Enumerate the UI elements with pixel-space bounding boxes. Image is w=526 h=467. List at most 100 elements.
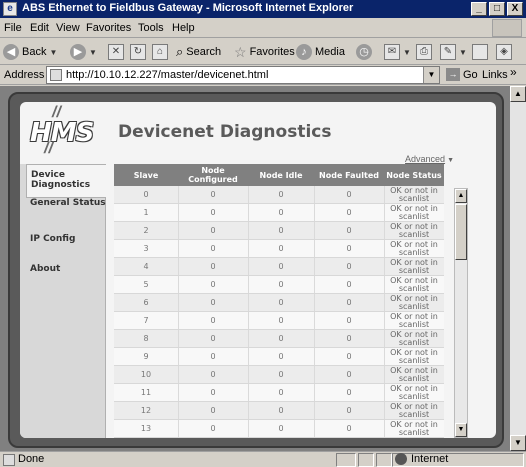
cell-node-faulted: 0 <box>346 388 352 397</box>
nav-ip-config[interactable]: IP Config <box>26 234 106 244</box>
chevron-down-icon: ▼ <box>459 47 467 57</box>
forward-arrow-icon: ▶ <box>70 44 86 60</box>
menu-help[interactable]: Help <box>172 22 195 34</box>
edit-button[interactable]: ✎ ▼ <box>440 43 467 61</box>
chevron-down-icon: ▼ <box>89 47 97 57</box>
menu-edit[interactable]: Edit <box>30 22 49 34</box>
cell-node-configured: 0 <box>210 316 216 325</box>
links-chevron[interactable]: » <box>510 65 517 79</box>
status-bar: Done Internet <box>0 451 526 467</box>
scroll-down-button[interactable]: ▼ <box>455 423 467 437</box>
cell-node-faulted: 0 <box>346 208 352 217</box>
cell-node-idle: 0 <box>278 352 284 361</box>
maximize-button[interactable]: □ <box>489 2 505 16</box>
windows-flag-icon <box>492 19 522 37</box>
search-button[interactable]: ⌕ Search <box>176 43 221 61</box>
page-icon <box>50 69 62 81</box>
discuss-button[interactable] <box>472 43 488 61</box>
address-dropdown-button[interactable]: ▼ <box>423 67 439 83</box>
cell-node-configured: 0 <box>210 208 216 217</box>
header-node-status: Node Status <box>386 170 442 180</box>
cell-node-configured: 0 <box>210 370 216 379</box>
go-arrow-icon: → <box>446 68 460 81</box>
mail-button[interactable]: ✉ ▼ <box>384 43 411 61</box>
cell-slave: 5 <box>143 280 149 289</box>
address-label: Address <box>4 69 45 81</box>
browser-scroll-up[interactable]: ▲ <box>510 86 526 102</box>
media-icon: ♪ <box>296 44 312 60</box>
favorites-button[interactable]: ☆ Favorites <box>234 43 295 61</box>
cell-node-status: OK or not in scanlist <box>390 239 438 257</box>
cell-node-status: OK or not in scanlist <box>390 401 438 419</box>
cell-node-idle: 0 <box>278 244 284 253</box>
cell-node-configured: 0 <box>210 262 216 271</box>
print-button[interactable]: ⎙ <box>416 43 432 61</box>
cell-node-idle: 0 <box>278 406 284 415</box>
table-row: 2 0 0 0 OK or not in scanlist <box>114 222 444 240</box>
scroll-up-button[interactable]: ▲ <box>455 189 467 203</box>
go-button[interactable]: → Go <box>446 68 478 81</box>
cell-node-configured: 0 <box>210 280 216 289</box>
cell-slave: 1 <box>143 208 149 217</box>
cell-node-status: OK or not in scanlist <box>390 257 438 275</box>
home-button[interactable]: ⌂ <box>152 43 168 61</box>
main-content: Devicenet Diagnostics Advanced ▼ Slave No… <box>114 102 496 438</box>
back-label: Back <box>22 46 47 58</box>
diagnostics-table: 0 0 0 0 OK or not in scanlist 1 0 0 0 OK or not i… <box>114 186 444 438</box>
stop-button[interactable]: ✕ <box>108 43 124 61</box>
header-slave: Slave <box>133 170 159 180</box>
scroll-thumb[interactable] <box>455 204 467 260</box>
messenger-icon: ◈ <box>496 44 512 60</box>
browser-scroll-down[interactable]: ▼ <box>510 435 526 451</box>
menu-favorites[interactable]: Favorites <box>86 22 131 34</box>
nav-general-status[interactable]: General Status <box>26 198 106 208</box>
title-bar: e ABS Ethernet to Fieldbus Gateway - Mic… <box>0 0 526 18</box>
menu-bar: File Edit View Favorites Tools Help <box>0 18 526 38</box>
cell-node-idle: 0 <box>278 316 284 325</box>
forward-button[interactable]: ▶ ▼ <box>70 43 97 61</box>
nav-about[interactable]: About <box>26 264 106 274</box>
menu-tools[interactable]: Tools <box>138 22 164 34</box>
table-scrollbar[interactable]: ▲ ▼ <box>454 188 468 438</box>
header-node-configured: Node Configured <box>188 166 238 184</box>
cell-node-configured: 0 <box>210 334 216 343</box>
minimize-button[interactable]: _ <box>471 2 487 16</box>
cell-node-configured: 0 <box>210 190 216 199</box>
gateway-page-frame: // HMS // Device Diagnostics General Sta… <box>8 92 504 448</box>
cell-node-configured: 0 <box>210 352 216 361</box>
cell-slave: 6 <box>143 298 149 307</box>
cell-slave: 12 <box>140 406 152 415</box>
browser-scrollbar[interactable]: ▲ ▼ <box>510 86 526 451</box>
cell-node-faulted: 0 <box>346 334 352 343</box>
globe-icon <box>395 453 407 465</box>
nav-device-diagnostics[interactable]: Device Diagnostics <box>26 164 106 198</box>
cell-node-status: OK or not in scanlist <box>390 419 438 437</box>
menu-view[interactable]: View <box>56 22 80 34</box>
status-text: Done <box>18 453 45 465</box>
ie-icon: e <box>3 2 17 16</box>
advanced-link[interactable]: Advanced ▼ <box>405 154 454 164</box>
logo-text: HMS <box>30 118 94 148</box>
gateway-page: // HMS // Device Diagnostics General Sta… <box>20 102 496 438</box>
cell-node-faulted: 0 <box>346 424 352 433</box>
mail-icon: ✉ <box>384 44 400 60</box>
media-label: Media <box>315 46 345 58</box>
chevron-down-icon: ▼ <box>49 47 58 57</box>
cell-node-idle: 0 <box>278 190 284 199</box>
menu-file[interactable]: File <box>4 22 22 34</box>
cell-node-idle: 0 <box>278 370 284 379</box>
address-input[interactable]: http://10.10.12.227/master/devicenet.htm… <box>46 66 440 84</box>
table-header: Slave Node Configured Node Idle Node Fau… <box>114 164 444 186</box>
links-button[interactable]: Links <box>482 69 508 81</box>
table-row: 13 0 0 0 OK or not in scanlist <box>114 420 444 438</box>
back-button[interactable]: ◀ Back ▼ <box>3 43 57 61</box>
cell-node-faulted: 0 <box>346 298 352 307</box>
print-icon: ⎙ <box>416 44 432 60</box>
zone-label: Internet <box>411 453 449 465</box>
messenger-button[interactable]: ◈ <box>496 43 512 61</box>
page-done-icon <box>3 454 15 466</box>
media-button[interactable]: ♪ Media <box>296 43 345 61</box>
refresh-button[interactable]: ↻ <box>130 43 146 61</box>
history-button[interactable]: ◷ <box>356 43 372 61</box>
close-button[interactable]: X <box>507 2 523 16</box>
